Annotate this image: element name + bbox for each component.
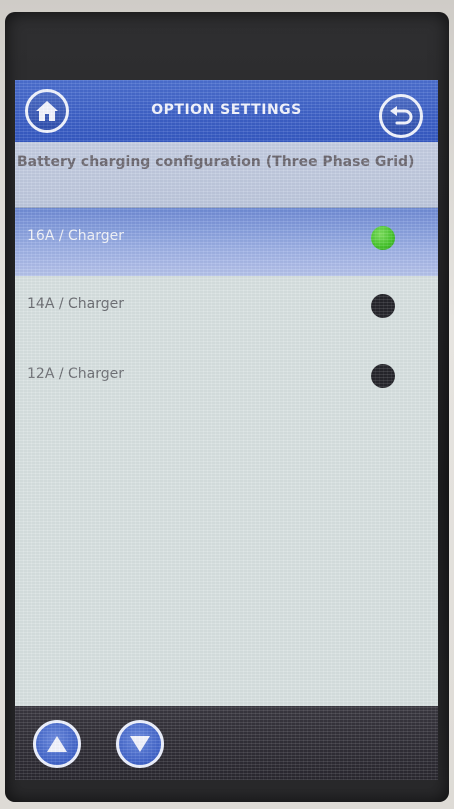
scroll-down-button[interactable] — [116, 720, 164, 768]
option-label: 14A / Charger — [27, 296, 125, 312]
footer-bar — [15, 706, 438, 780]
page-title: OPTION SETTINGS — [151, 102, 302, 118]
triangle-down-icon — [130, 736, 150, 752]
option-label: 12A / Charger — [27, 366, 125, 382]
option-14a[interactable]: 14A / Charger — [15, 276, 438, 344]
subtitle-text: Battery charging configuration (Three Ph… — [17, 154, 415, 170]
return-arrow-icon — [390, 106, 413, 125]
radio-unselected-icon — [371, 364, 395, 388]
option-label: 16A / Charger — [27, 228, 125, 244]
touch-screen: OPTION SETTINGS Battery charging configu… — [15, 80, 438, 780]
radio-unselected-icon — [371, 294, 395, 318]
option-12a[interactable]: 12A / Charger — [15, 346, 438, 414]
option-16a[interactable]: 16A / Charger — [15, 208, 438, 276]
scroll-up-button[interactable] — [33, 720, 81, 768]
radio-selected-icon — [371, 226, 395, 250]
back-button[interactable] — [379, 94, 423, 138]
header-bar: OPTION SETTINGS — [15, 80, 438, 142]
section-subtitle: Battery charging configuration (Three Ph… — [15, 142, 438, 208]
triangle-up-icon — [47, 736, 67, 752]
